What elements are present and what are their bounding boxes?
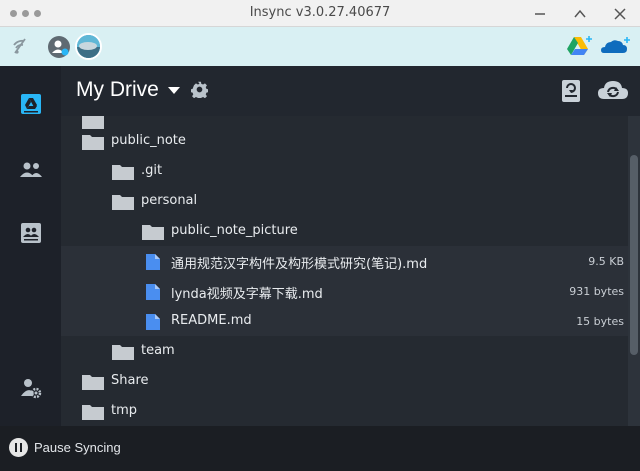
close-icon <box>614 7 626 20</box>
account-avatar[interactable] <box>75 33 102 60</box>
account-bar <box>0 27 640 66</box>
item-name: personal <box>141 193 198 208</box>
pause-syncing-button[interactable]: Pause Syncing <box>34 440 121 455</box>
status-bar: Pause Syncing <box>0 426 640 471</box>
folder-row[interactable]: public_note <box>61 126 628 156</box>
item-name: .git <box>141 163 163 178</box>
shared-drive-icon <box>20 223 41 243</box>
avatar-image <box>77 35 100 58</box>
item-size: 15 bytes <box>576 315 624 328</box>
sidebar <box>0 66 61 426</box>
scrollbar-thumb[interactable] <box>630 155 638 355</box>
item-size: 9.5 KB <box>588 255 624 268</box>
sidebar-item-my-drive[interactable] <box>0 84 61 124</box>
item-name: README.md <box>171 313 252 328</box>
item-name: lynda视频及字幕下载.md <box>171 287 323 302</box>
folder-icon <box>81 403 105 425</box>
folder-row[interactable]: personal <box>61 186 628 216</box>
file-icon <box>145 313 161 335</box>
folder-icon <box>141 223 165 245</box>
user-settings-icon <box>20 379 41 399</box>
sidebar-item-account-settings[interactable] <box>0 368 61 408</box>
drive-selector-title[interactable]: My Drive <box>76 78 159 102</box>
folder-row[interactable]: public_note_picture <box>61 216 628 246</box>
file-icon <box>145 253 161 275</box>
folder-row[interactable]: tmp <box>61 396 628 426</box>
file-row[interactable]: 通用规范汉字构件及构形模式研究(笔记).md 9.5 KB <box>61 246 628 276</box>
folder-icon <box>111 343 135 365</box>
folder-row[interactable]: .git <box>61 156 628 186</box>
chevron-up-icon <box>574 9 586 17</box>
folder-row[interactable]: Share <box>61 366 628 396</box>
folder-icon <box>81 373 105 395</box>
maximize-button[interactable] <box>560 0 600 27</box>
file-icon <box>145 283 161 305</box>
item-name: 通用规范汉字构件及构形模式研究(笔记).md <box>171 257 428 272</box>
item-name: public_note_picture <box>171 223 298 238</box>
file-row[interactable]: lynda视频及字幕下载.md 931 bytes <box>61 276 628 306</box>
folder-icon <box>111 163 135 185</box>
file-list[interactable]: public_note .git personal public_note_pictu… <box>61 116 628 426</box>
folder-icon <box>111 193 135 215</box>
sidebar-item-shared[interactable] <box>0 150 61 190</box>
minimize-icon <box>535 12 545 15</box>
item-name: tmp <box>111 403 138 418</box>
pause-icon[interactable] <box>9 438 28 457</box>
drive-icon <box>20 94 41 114</box>
item-name: team <box>141 343 175 358</box>
people-icon <box>19 162 42 177</box>
cloud-sync-icon[interactable] <box>597 78 629 102</box>
drive-header: My Drive <box>61 66 640 116</box>
gear-icon[interactable] <box>191 81 208 98</box>
add-account-icon[interactable] <box>48 36 70 58</box>
minimize-button[interactable] <box>520 0 560 27</box>
folder-icon <box>81 133 105 155</box>
onedrive-icon[interactable] <box>600 36 632 56</box>
item-name: Share <box>111 373 149 388</box>
item-name: public_note <box>111 133 186 148</box>
file-row[interactable]: README.md 15 bytes <box>61 306 628 336</box>
title-bar: Insync v3.0.27.40677 <box>0 0 640 27</box>
local-folder-icon[interactable] <box>560 79 582 103</box>
close-button[interactable] <box>600 0 640 27</box>
connection-status-icon[interactable] <box>12 37 30 55</box>
folder-row[interactable]: team <box>61 336 628 366</box>
sidebar-item-shared-drives[interactable] <box>0 213 61 253</box>
google-drive-icon[interactable] <box>566 35 594 57</box>
item-size: 931 bytes <box>569 285 624 298</box>
person-icon <box>52 40 69 56</box>
caret-down-icon[interactable] <box>168 87 180 94</box>
